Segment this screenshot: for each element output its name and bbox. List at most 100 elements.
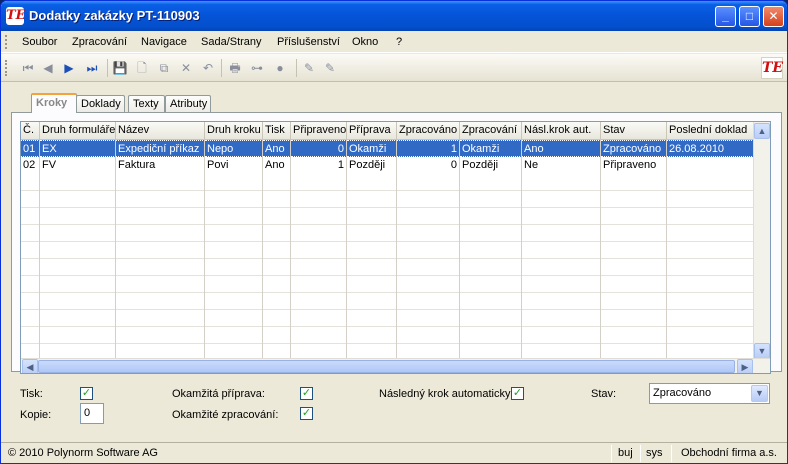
- table-cell[interactable]: Expediční příkaz: [116, 140, 205, 157]
- empty-row: [21, 208, 754, 225]
- column-header[interactable]: Tisk: [263, 122, 291, 140]
- first-record-icon[interactable]: ⏮: [20, 60, 36, 76]
- title-bar[interactable]: TE Dodatky zakázky PT-110903 _ □ ✕: [1, 1, 787, 31]
- menu-help[interactable]: ?: [396, 36, 402, 48]
- table-cell[interactable]: EX: [40, 140, 116, 157]
- tab-atributy[interactable]: Atributy: [165, 95, 211, 112]
- status-divider: [671, 445, 672, 462]
- table-cell[interactable]: 02: [21, 157, 40, 174]
- horizontal-scroll-thumb[interactable]: [38, 360, 735, 373]
- column-gridline: [115, 140, 116, 361]
- tisk-checkbox[interactable]: ✓: [80, 387, 93, 400]
- status-company: Obchodní firma a.s.: [681, 447, 777, 459]
- vertical-scrollbar[interactable]: ▲ ▼: [753, 122, 770, 360]
- table-row[interactable]: 02 FV Faktura Povi Ano 1 Později 0 Později Ne Přip…: [21, 157, 754, 174]
- okamzite-zpracovani-checkbox[interactable]: ✓: [300, 407, 313, 420]
- table-cell[interactable]: Povi: [205, 157, 263, 174]
- table-cell[interactable]: Ano: [522, 140, 601, 157]
- scroll-right-icon[interactable]: ▶: [737, 359, 753, 373]
- menu-sada-strany[interactable]: Sada/Strany: [201, 36, 262, 48]
- window-title: Dodatky zakázky PT-110903: [29, 8, 200, 23]
- table-cell[interactable]: 0: [397, 157, 460, 174]
- menu-prislusenstvi[interactable]: Příslušenství: [277, 36, 340, 48]
- column-header[interactable]: Příprava: [347, 122, 397, 140]
- column-gridline: [290, 140, 291, 361]
- column-header[interactable]: Poslední doklad: [667, 122, 754, 140]
- stav-select[interactable]: Zpracováno ▼: [649, 383, 770, 404]
- status-bar: © 2010 Polynorm Software AG buj sys Obch…: [1, 442, 787, 463]
- column-header[interactable]: Druh kroku: [205, 122, 263, 140]
- app-logo-icon[interactable]: TE: [6, 7, 26, 25]
- maximize-button[interactable]: □: [739, 6, 760, 27]
- table-cell[interactable]: 01: [21, 140, 40, 157]
- scroll-left-icon[interactable]: ◀: [22, 359, 38, 373]
- next-record-icon[interactable]: ▶: [61, 60, 77, 76]
- column-header[interactable]: Zpracování: [460, 122, 522, 140]
- horizontal-scrollbar[interactable]: ◀ ▶: [21, 358, 770, 373]
- tisk-label: Tisk:: [20, 388, 43, 400]
- toolbar-grip-icon[interactable]: [5, 60, 8, 76]
- kopie-label: Kopie:: [20, 409, 52, 421]
- status-divider: [611, 445, 612, 462]
- menu-okno[interactable]: Okno: [352, 36, 378, 48]
- kopie-input[interactable]: 0: [80, 403, 104, 424]
- menu-soubor[interactable]: Soubor: [22, 36, 57, 48]
- minimize-button[interactable]: _: [715, 6, 736, 27]
- table-cell[interactable]: [667, 157, 754, 174]
- tab-texty[interactable]: Texty: [128, 95, 165, 112]
- copy-icon[interactable]: ⧉: [156, 60, 172, 76]
- tab-kroky[interactable]: Kroky: [31, 93, 77, 113]
- table-cell[interactable]: Okamži: [460, 140, 522, 157]
- table-cell[interactable]: 26.08.2010: [667, 140, 754, 157]
- empty-row: [21, 191, 754, 208]
- table-cell[interactable]: FV: [40, 157, 116, 174]
- toolbar-logo-icon[interactable]: TE: [761, 57, 783, 79]
- column-header[interactable]: Název: [116, 122, 205, 140]
- empty-row: [21, 327, 754, 344]
- column-header[interactable]: Č.: [21, 122, 40, 140]
- table-cell[interactable]: Faktura: [116, 157, 205, 174]
- table-cell[interactable]: 1: [397, 140, 460, 157]
- tab-doklady[interactable]: Doklady: [76, 95, 125, 112]
- column-gridline: [666, 140, 667, 361]
- print-icon[interactable]: 🖶: [227, 60, 243, 76]
- column-header[interactable]: Stav: [601, 122, 667, 140]
- edit-pencil-icon[interactable]: ✎: [301, 60, 317, 76]
- menu-navigace[interactable]: Navigace: [141, 36, 187, 48]
- delete-icon[interactable]: ✕: [178, 60, 194, 76]
- empty-row: [21, 276, 754, 293]
- table-cell[interactable]: Nepo: [205, 140, 263, 157]
- nasledny-krok-label: Následný krok automaticky: [379, 388, 511, 400]
- tree-icon[interactable]: ⊶: [249, 60, 265, 76]
- menu-zpracovani[interactable]: Zpracování: [72, 36, 127, 48]
- scroll-down-icon[interactable]: ▼: [754, 343, 770, 359]
- column-header[interactable]: Druh formuláře: [40, 122, 116, 140]
- table-cell[interactable]: 1: [291, 157, 347, 174]
- scroll-up-icon[interactable]: ▲: [754, 123, 770, 139]
- new-document-icon[interactable]: 🗋: [134, 60, 150, 76]
- table-cell[interactable]: Ano: [263, 157, 291, 174]
- nasledny-krok-checkbox[interactable]: ✓: [511, 387, 524, 400]
- table-cell[interactable]: Později: [460, 157, 522, 174]
- save-icon[interactable]: 💾: [112, 60, 128, 76]
- previous-record-icon[interactable]: ◀: [40, 60, 56, 76]
- column-header[interactable]: Zpracováno: [397, 122, 460, 140]
- table-cell[interactable]: Později: [347, 157, 397, 174]
- table-cell[interactable]: Ne: [522, 157, 601, 174]
- table-row[interactable]: 01 EX Expediční příkaz Nepo Ano 0 Okamži 1 Okamž…: [21, 140, 754, 157]
- okamzita-priprava-checkbox[interactable]: ✓: [300, 387, 313, 400]
- edit-pencil-2-icon[interactable]: ✎: [322, 60, 338, 76]
- column-header[interactable]: Násl.krok aut.: [522, 122, 601, 140]
- close-button[interactable]: ✕: [763, 6, 784, 27]
- table-cell[interactable]: Zpracováno: [601, 140, 667, 157]
- undo-icon[interactable]: ↶: [200, 60, 216, 76]
- help-icon[interactable]: ●: [272, 60, 288, 76]
- last-record-icon[interactable]: ⏭: [84, 60, 100, 76]
- table-cell[interactable]: Okamži: [347, 140, 397, 157]
- menu-grip-icon[interactable]: [5, 35, 8, 49]
- chevron-down-icon[interactable]: ▼: [751, 385, 768, 402]
- table-cell[interactable]: Připraveno: [601, 157, 667, 174]
- table-cell[interactable]: 0: [291, 140, 347, 157]
- table-cell[interactable]: Ano: [263, 140, 291, 157]
- column-header[interactable]: Připraveno: [291, 122, 347, 140]
